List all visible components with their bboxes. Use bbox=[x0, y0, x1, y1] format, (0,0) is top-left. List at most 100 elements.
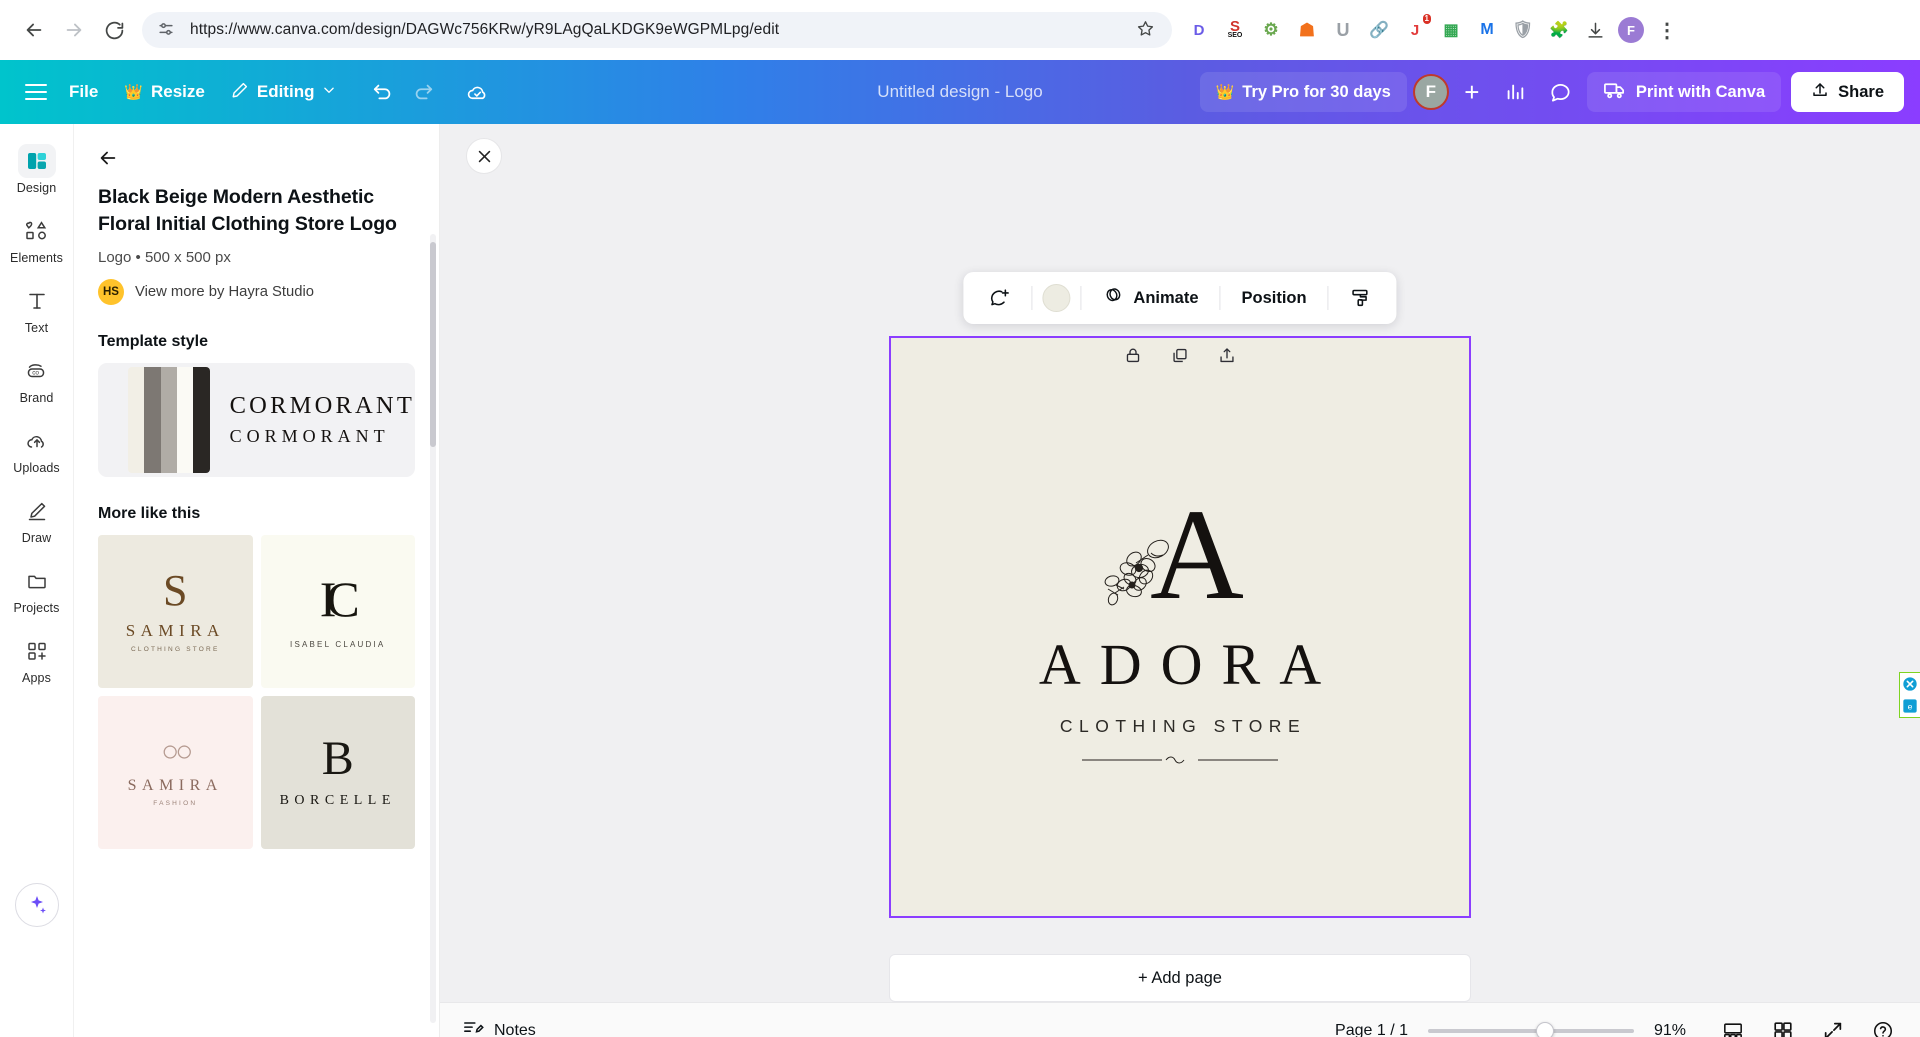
thumb-3-sub: FASHION bbox=[153, 800, 198, 808]
panel-back-button[interactable] bbox=[88, 138, 128, 178]
floral-ornament-icon bbox=[1098, 529, 1190, 620]
notes-button[interactable]: Notes bbox=[462, 1018, 536, 1037]
related-template-2[interactable]: IC ISABEL CLAUDIA bbox=[260, 534, 415, 688]
crown-icon-pro: 👑 bbox=[1215, 84, 1235, 101]
address-bar[interactable]: https://www.canva.com/design/DAGWc756KRw… bbox=[142, 12, 1172, 48]
page-color-swatch-button[interactable] bbox=[1042, 284, 1071, 312]
redo-button[interactable] bbox=[403, 72, 443, 112]
link-checker-extension-icon[interactable]: ⚙ bbox=[1254, 13, 1288, 47]
browser-profile-avatar[interactable]: F bbox=[1614, 13, 1648, 47]
export-page-icon[interactable] bbox=[1218, 346, 1237, 370]
position-button[interactable]: Position bbox=[1231, 279, 1318, 317]
sidebar-item-uploads[interactable]: Uploads bbox=[2, 418, 72, 479]
browser-back-button[interactable] bbox=[14, 10, 54, 50]
site-settings-icon[interactable] bbox=[156, 19, 178, 41]
logo-brand-name[interactable]: ADORA bbox=[1039, 636, 1340, 694]
seo-extension-icon[interactable]: S SEO bbox=[1218, 13, 1252, 47]
lock-page-icon[interactable] bbox=[1124, 346, 1143, 370]
brand-icon: co bbox=[18, 354, 56, 388]
unacademy-extension-icon[interactable]: U bbox=[1326, 13, 1360, 47]
notes-icon bbox=[462, 1018, 484, 1037]
print-with-canva-button[interactable]: Print with Canva bbox=[1586, 72, 1782, 112]
close-panel-button[interactable] bbox=[466, 138, 502, 174]
toolbar-divider-2 bbox=[1080, 286, 1082, 310]
related-template-3[interactable]: ○○ SAMIRA FASHION bbox=[98, 695, 253, 849]
insights-icon[interactable] bbox=[1495, 72, 1535, 112]
sidebar-item-elements[interactable]: Elements bbox=[2, 208, 72, 269]
related-template-4[interactable]: B BORCELLE bbox=[260, 695, 415, 849]
browser-reload-button[interactable] bbox=[94, 10, 134, 50]
gmail-extension-icon[interactable]: M bbox=[1470, 13, 1504, 47]
template-author-link[interactable]: HS View more by Hayra Studio bbox=[98, 278, 415, 305]
sidebar-item-text[interactable]: Text bbox=[2, 278, 72, 339]
panel-scrollbar-thumb[interactable] bbox=[430, 242, 436, 447]
file-menu-button[interactable]: File bbox=[56, 72, 111, 112]
chevron-down-icon bbox=[322, 82, 336, 102]
resize-label: Resize bbox=[150, 82, 205, 101]
sheets-extension-icon[interactable]: ▦ bbox=[1434, 13, 1468, 47]
download-icon[interactable] bbox=[1578, 13, 1612, 47]
sidebar-item-projects[interactable]: Projects bbox=[2, 558, 72, 619]
sidebar-item-design[interactable]: Design bbox=[2, 138, 72, 199]
docsend-extension-icon[interactable]: D bbox=[1182, 13, 1216, 47]
browser-forward-button[interactable] bbox=[54, 10, 94, 50]
fullscreen-icon[interactable] bbox=[1818, 1016, 1848, 1037]
editor-chip-icon[interactable]: e bbox=[1899, 695, 1920, 717]
resize-button[interactable]: 👑 Resize bbox=[111, 72, 218, 112]
grid-view-icon[interactable] bbox=[1768, 1016, 1798, 1037]
design-canvas[interactable]: A ADORA CLOTHING STORE bbox=[889, 336, 1471, 918]
thumb-1-name: SAMIRA bbox=[125, 621, 225, 641]
related-templates-grid: S SAMIRA CLOTHING STORE IC ISABEL CLAUDI… bbox=[98, 534, 415, 849]
hamburger-menu-icon[interactable] bbox=[16, 72, 56, 112]
sidebar-label-brand: Brand bbox=[19, 391, 54, 405]
timeline-view-icon[interactable] bbox=[1718, 1016, 1748, 1037]
duplicate-page-icon[interactable] bbox=[1171, 346, 1190, 370]
logo-monogram-group[interactable]: A bbox=[1104, 490, 1244, 619]
sidebar-label-draw: Draw bbox=[21, 531, 52, 545]
logo-tagline[interactable]: CLOTHING STORE bbox=[1060, 716, 1306, 737]
thumb-2-mark: IC bbox=[319, 570, 360, 627]
extensions-puzzle-icon[interactable]: 🧩 bbox=[1542, 13, 1576, 47]
chrome-menu-icon[interactable]: ⋮ bbox=[1650, 13, 1684, 47]
animate-button[interactable]: Animate bbox=[1091, 279, 1209, 317]
apply-style-button[interactable] bbox=[1339, 279, 1383, 317]
undo-button[interactable] bbox=[363, 72, 403, 112]
editing-mode-button[interactable]: Editing bbox=[218, 72, 350, 112]
sidebar-item-apps[interactable]: Apps bbox=[2, 628, 72, 689]
magic-studio-button[interactable] bbox=[14, 883, 59, 927]
text-icon bbox=[18, 284, 56, 318]
jira-extension-icon[interactable]: J1 bbox=[1398, 13, 1432, 47]
bookmark-star-icon[interactable] bbox=[1136, 19, 1158, 41]
sidebar-label-design: Design bbox=[16, 181, 57, 195]
lighthouse-extension-icon[interactable]: ☗ bbox=[1290, 13, 1324, 47]
zoom-slider[interactable] bbox=[1428, 1021, 1634, 1037]
sidebar-label-elements: Elements bbox=[10, 251, 63, 265]
canva-top-toolbar: File 👑 Resize Editing Untitled design - … bbox=[0, 60, 1920, 124]
user-avatar[interactable]: F bbox=[1412, 74, 1449, 110]
sidebar-item-brand[interactable]: co Brand bbox=[2, 348, 72, 409]
sidebar-item-draw[interactable]: Draw bbox=[2, 488, 72, 549]
font-secondary-sample: CORMORANT bbox=[229, 426, 390, 447]
zoom-slider-handle[interactable] bbox=[1536, 1021, 1554, 1037]
chain-link-extension-icon[interactable]: 🔗 bbox=[1362, 13, 1396, 47]
share-button[interactable]: Share bbox=[1791, 72, 1904, 112]
shield-extension-icon[interactable]: 🛡 bbox=[1506, 13, 1540, 47]
file-menu-label: File bbox=[69, 82, 99, 101]
add-page-button[interactable]: + Add page bbox=[889, 954, 1471, 1002]
try-pro-label: Try Pro for 30 days bbox=[1242, 82, 1391, 101]
cloud-saved-icon[interactable] bbox=[457, 72, 497, 112]
close-chip-icon[interactable] bbox=[1899, 673, 1920, 695]
comment-icon[interactable] bbox=[1541, 72, 1581, 112]
projects-icon bbox=[18, 564, 56, 598]
add-comment-button[interactable] bbox=[977, 279, 1021, 317]
swatch-1 bbox=[128, 366, 145, 473]
share-upload-icon bbox=[1811, 81, 1829, 104]
template-style-card[interactable]: CORMORANT CORMORANT bbox=[98, 362, 415, 477]
try-pro-button[interactable]: 👑 Try Pro for 30 days bbox=[1199, 72, 1407, 112]
help-icon[interactable] bbox=[1868, 1016, 1898, 1037]
invite-members-button[interactable]: + bbox=[1455, 75, 1489, 109]
page-count-label: Page 1 / 1 bbox=[1335, 1021, 1408, 1037]
template-meta: Logo • 500 x 500 px bbox=[98, 248, 231, 266]
related-template-1[interactable]: S SAMIRA CLOTHING STORE bbox=[98, 534, 253, 688]
document-title[interactable]: Untitled design - Logo bbox=[877, 82, 1042, 102]
